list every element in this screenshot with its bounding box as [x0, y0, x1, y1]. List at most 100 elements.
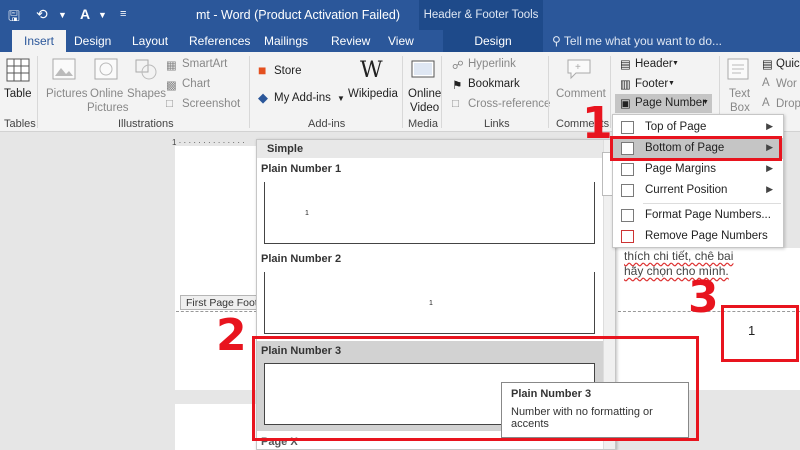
wordart-icon: A	[762, 77, 770, 89]
tab-design[interactable]: Design	[74, 34, 111, 48]
menu-divider	[643, 203, 781, 204]
text-box-button[interactable]: Text	[729, 88, 750, 100]
menu-item-label: Current Position	[645, 184, 728, 196]
shapes-icon	[135, 59, 157, 80]
page-margins-icon	[621, 163, 634, 176]
header-dropdown-icon[interactable]: ▼	[672, 60, 679, 67]
first-page-footer-tag: First Page Foote	[180, 295, 257, 310]
footer-icon: ▥	[620, 79, 631, 91]
text-box-icon	[727, 58, 749, 80]
menu-item-label: Format Page Numbers...	[645, 209, 771, 221]
gallery-item-plain-number-2[interactable]: 1	[264, 272, 595, 334]
divider	[249, 56, 250, 128]
annotation-box-bottom-of-page	[610, 136, 782, 161]
tab-review[interactable]: Review	[331, 34, 370, 48]
online-pictures-icon	[94, 58, 118, 80]
wordart-button[interactable]: Wor	[776, 78, 797, 90]
document-page-next[interactable]	[175, 404, 257, 450]
group-tables-label: Tables	[4, 118, 36, 130]
window-title: mt - Word (Product Activation Failed)	[196, 8, 401, 22]
screenshot-icon: □	[166, 98, 173, 110]
quick-parts-icon: ▤	[762, 59, 773, 71]
tab-view[interactable]: View	[388, 34, 414, 48]
comment-icon: +	[567, 59, 591, 80]
footer-dropdown-icon[interactable]: ▼	[668, 80, 675, 87]
pictures-icon	[52, 58, 76, 80]
footer-button[interactable]: Footer	[635, 78, 668, 90]
menu-item-label: Remove Page Numbers	[645, 230, 768, 242]
tell-me-box[interactable]: ⚲ Tell me what you want to do...	[552, 34, 722, 48]
ribbon-tabs: Insert Design Layout References Mailings…	[0, 30, 800, 52]
menu-item-current-position[interactable]: Current Position ▶	[613, 180, 783, 201]
table-button[interactable]: Table	[4, 88, 32, 100]
remove-page-numbers-icon	[621, 230, 634, 243]
my-addins-dropdown-icon[interactable]: ▼	[337, 94, 345, 103]
online-video-icon	[411, 60, 435, 78]
store-button[interactable]: Store	[274, 65, 302, 77]
undo-dropdown-icon[interactable]: ▼	[58, 10, 67, 20]
title-bar: 🖫 ⟲ ▼ A ▼ ≡ mt - Word (Product Activatio…	[0, 0, 800, 30]
annotation-box-plain-number-3	[252, 336, 699, 441]
header-icon: ▤	[620, 59, 631, 71]
wikipedia-button[interactable]: Wikipedia	[348, 88, 398, 100]
tab-insert[interactable]: Insert	[12, 30, 67, 52]
format-dropdown-icon[interactable]: ▼	[98, 10, 107, 20]
page-number-label: Page Number	[635, 97, 706, 109]
my-addins-button[interactable]: My Add-ins	[274, 92, 331, 104]
tab-mailings[interactable]: Mailings	[264, 34, 308, 48]
tab-header-footer-design[interactable]: Design	[443, 30, 543, 52]
undo-icon[interactable]: ⟲	[36, 6, 48, 23]
preview-number: 1	[429, 300, 433, 307]
dropcap-icon: A	[762, 97, 770, 109]
store-icon: ■	[258, 62, 267, 78]
chart-icon: ▩	[166, 80, 177, 92]
hyperlink-button[interactable]: Hyperlink	[468, 58, 516, 70]
quick-parts-button[interactable]: Quic	[776, 58, 800, 70]
customize-qat-icon[interactable]: ≡	[120, 8, 126, 20]
annotation-number-1: 1	[582, 98, 613, 149]
tab-references[interactable]: References	[189, 34, 250, 48]
menu-item-top-of-page[interactable]: Top of Page ▶	[613, 117, 783, 138]
online-pictures-button[interactable]: Online	[90, 88, 123, 100]
menu-item-page-margins[interactable]: Page Margins ▶	[613, 159, 783, 180]
header-button[interactable]: Header	[635, 58, 673, 70]
divider	[37, 56, 38, 128]
page-number-menu: Top of Page ▶ Bottom of Page ▶ Page Marg…	[612, 114, 784, 248]
submenu-arrow-icon: ▶	[766, 163, 773, 173]
wikipedia-icon: W	[360, 58, 383, 83]
shapes-button[interactable]: Shapes	[127, 88, 166, 100]
menu-item-format-page-numbers[interactable]: Format Page Numbers...	[613, 205, 783, 226]
tell-me-text: Tell me what you want to do...	[563, 34, 723, 48]
chart-button[interactable]: Chart	[182, 78, 210, 90]
bookmark-button[interactable]: Bookmark	[468, 78, 520, 90]
annotation-number-3: 3	[688, 272, 719, 323]
divider	[548, 56, 549, 128]
smartart-icon: ▦	[166, 60, 177, 72]
tab-layout[interactable]: Layout	[132, 34, 168, 48]
annotation-number-2: 2	[216, 310, 247, 361]
divider	[402, 56, 403, 128]
submenu-arrow-icon: ▶	[766, 184, 773, 194]
smartart-button[interactable]: SmartArt	[182, 58, 227, 70]
page-number-icon: ▣	[620, 98, 631, 110]
text-box-label-2: Box	[730, 102, 750, 114]
my-addins-icon: ◆	[258, 90, 268, 105]
screenshot-button[interactable]: Screenshot	[182, 98, 240, 110]
gallery-item-plain-number-1[interactable]: 1	[264, 182, 595, 244]
annotation-box-page-number	[721, 305, 799, 362]
gallery-header: Simple	[257, 140, 605, 158]
dropcap-button[interactable]: Drop	[776, 98, 800, 110]
text-format-icon[interactable]: A	[80, 6, 90, 22]
menu-item-remove-page-numbers[interactable]: Remove Page Numbers	[613, 226, 783, 247]
format-page-numbers-icon	[621, 209, 634, 222]
table-icon	[6, 58, 30, 82]
menu-item-label: Top of Page	[645, 121, 707, 133]
pictures-button[interactable]: Pictures	[46, 88, 88, 100]
gallery-item-title: Plain Number 2	[261, 253, 342, 265]
bookmark-icon: ⚑	[452, 80, 463, 92]
svg-text:+: +	[575, 62, 581, 73]
save-icon[interactable]: 🖫	[8, 6, 20, 30]
online-video-button[interactable]: Online	[408, 88, 441, 100]
page-number-button[interactable]: ▣ Page Number ▼	[615, 94, 712, 113]
cross-reference-button[interactable]: Cross-reference	[468, 98, 550, 110]
